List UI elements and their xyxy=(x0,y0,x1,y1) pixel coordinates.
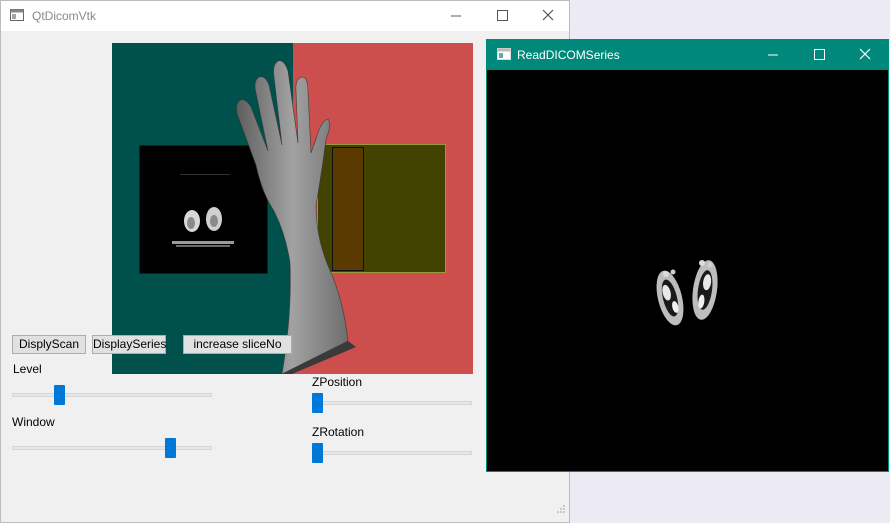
hand-3d-model xyxy=(236,60,356,374)
dicom-render-view[interactable] xyxy=(487,70,888,471)
zrotation-slider-track[interactable] xyxy=(312,451,472,455)
maximize-icon xyxy=(814,49,825,60)
display-series-button[interactable]: DisplaySeries xyxy=(92,335,166,354)
minimize-icon xyxy=(451,15,461,17)
close-icon xyxy=(859,48,871,60)
level-slider-track[interactable] xyxy=(12,393,212,397)
menu-strip xyxy=(1,31,569,39)
main-title-bar[interactable]: QtDicomVtk xyxy=(1,1,569,31)
window-label: Window xyxy=(12,415,55,429)
zposition-label: ZPosition xyxy=(312,375,363,389)
zrotation-slider-handle[interactable] xyxy=(312,443,323,463)
dicom-title-bar[interactable]: ReadDICOMSeries xyxy=(487,40,888,70)
maximize-icon xyxy=(497,10,508,21)
close-button[interactable] xyxy=(525,1,571,31)
dicom-close-button[interactable] xyxy=(842,40,888,70)
resize-grip-icon[interactable] xyxy=(556,501,566,519)
level-slider-handle[interactable] xyxy=(53,385,65,405)
dicom-minimize-button[interactable] xyxy=(750,40,796,70)
readdicomseries-window: ReadDICOMSeries xyxy=(486,39,889,472)
minimize-icon xyxy=(768,54,778,56)
close-icon xyxy=(542,9,554,21)
dicom-series-image xyxy=(656,260,718,326)
minimize-button[interactable] xyxy=(433,1,479,31)
display-scan-button[interactable]: DisplyScan xyxy=(12,335,86,354)
increase-slice-button[interactable]: increase sliceNo xyxy=(183,335,292,354)
level-label: Level xyxy=(13,362,42,376)
vtk-render-view[interactable] xyxy=(112,43,473,374)
window-slider-track[interactable] xyxy=(12,446,212,450)
main-window-title: QtDicomVtk xyxy=(32,9,97,23)
zposition-slider-track[interactable] xyxy=(312,401,472,405)
dicom-window-title: ReadDICOMSeries xyxy=(517,48,620,62)
app-window-icon xyxy=(10,9,24,24)
app-window-icon xyxy=(497,48,511,63)
zposition-slider-handle[interactable] xyxy=(312,393,323,413)
window-slider-handle[interactable] xyxy=(165,438,177,458)
qtdicomvtk-window: QtDicomVtk DisplyScan DisplaySeries incr… xyxy=(0,0,570,523)
dicom-maximize-button[interactable] xyxy=(796,40,842,70)
zrotation-label: ZRotation xyxy=(312,425,365,439)
maximize-button[interactable] xyxy=(479,1,525,31)
